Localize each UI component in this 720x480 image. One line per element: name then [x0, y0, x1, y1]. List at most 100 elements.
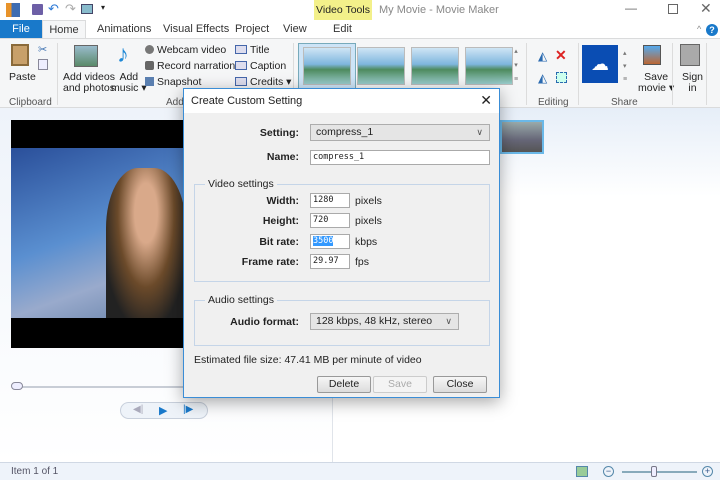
paste-button[interactable]: Paste: [9, 71, 36, 83]
snapshot-qa-icon[interactable]: [81, 4, 93, 14]
audio-format-label: Audio format:: [230, 316, 299, 328]
credits-label: Credits: [250, 76, 284, 88]
save-movie-line2: movie: [638, 82, 667, 94]
video-subject: [106, 168, 186, 318]
add-videos-icon[interactable]: [74, 45, 98, 67]
record-narration-label: Record narration: [157, 60, 236, 72]
delete-button[interactable]: Delete: [317, 376, 371, 393]
estimated-file-size: Estimated file size: 47.41 MB per minute…: [194, 354, 422, 366]
bitrate-input[interactable]: 3500: [310, 234, 350, 249]
title-icon: [235, 45, 247, 54]
undo-icon[interactable]: ↶: [48, 1, 59, 17]
save-button[interactable]: Save: [373, 376, 427, 393]
theme-fade[interactable]: [465, 47, 513, 85]
cut-icon[interactable]: ✂: [38, 43, 47, 56]
setting-label: Setting:: [259, 127, 299, 139]
height-label: Height:: [262, 215, 299, 227]
tab-edit[interactable]: Edit: [327, 20, 358, 38]
next-frame-icon[interactable]: |▶: [183, 404, 193, 415]
sign-in-button[interactable]: Sign in: [682, 72, 703, 94]
dialog-close-icon[interactable]: ✕: [480, 92, 492, 109]
tab-animations[interactable]: Animations: [91, 20, 157, 38]
framerate-input[interactable]: 29.97: [310, 254, 350, 269]
playback-controls: ◀| ▶ |▶: [120, 402, 208, 419]
tab-visual-effects[interactable]: Visual Effects: [157, 20, 235, 38]
minimize-button[interactable]: —: [625, 1, 637, 15]
item-count: Item 1 of 1: [11, 466, 59, 477]
close-window-button[interactable]: ✕: [700, 0, 712, 17]
save-movie-icon[interactable]: [643, 45, 661, 65]
share-gallery-scroll[interactable]: ▴ ▾ ≡: [623, 47, 627, 86]
group-separator: [526, 43, 527, 105]
storyboard-clip[interactable]: [500, 120, 544, 154]
tab-project[interactable]: Project: [229, 20, 275, 38]
paste-icon[interactable]: [11, 44, 29, 66]
video-tools-label: Video Tools: [314, 0, 372, 20]
webcam-video-button[interactable]: Webcam video: [157, 44, 226, 56]
chevron-down-icon: ∨: [476, 127, 483, 137]
theme-contemporary[interactable]: [357, 47, 405, 85]
zoom-out-icon[interactable]: −: [603, 466, 614, 477]
credits-icon: [235, 77, 247, 86]
play-icon[interactable]: ▶: [159, 404, 167, 417]
thumbnail-size-icon[interactable]: [576, 466, 588, 477]
group-label-clipboard: Clipboard: [9, 97, 52, 108]
bitrate-label: Bit rate:: [259, 236, 299, 248]
group-label-editing: Editing: [538, 97, 569, 108]
save-icon[interactable]: [32, 4, 43, 15]
save-movie-button[interactable]: Save movie ▾: [638, 72, 674, 94]
help-icon[interactable]: ?: [706, 24, 718, 36]
height-unit: pixels: [355, 215, 382, 227]
credits-button[interactable]: Credits ▾: [250, 76, 291, 88]
bitrate-value-selected: 3500: [313, 236, 334, 246]
tab-home[interactable]: Home: [42, 20, 86, 39]
remove-icon[interactable]: ✕: [555, 47, 567, 64]
title-bar: ↶ ↷ ▾ Video Tools My Movie - Movie Maker…: [0, 0, 720, 20]
setting-dropdown[interactable]: compress_1 ∨: [310, 124, 490, 141]
music-note-icon[interactable]: ♪: [117, 41, 129, 69]
rotate-left-icon[interactable]: ◭: [538, 49, 547, 63]
add-music-button[interactable]: Add music ▾: [111, 72, 147, 94]
copy-icon[interactable]: [38, 59, 48, 70]
redo-icon[interactable]: ↷: [65, 1, 76, 17]
rotate-right-icon[interactable]: ◭: [538, 71, 547, 85]
width-label: Width:: [266, 195, 299, 207]
theme-gallery-scroll[interactable]: ▴ ▾ ≡: [514, 45, 518, 87]
user-avatar-icon[interactable]: [680, 44, 700, 66]
title-button[interactable]: Title: [250, 44, 269, 56]
add-videos-button[interactable]: Add videos and photos: [63, 72, 115, 94]
dialog-title: Create Custom Setting: [184, 89, 499, 113]
maximize-button[interactable]: [668, 4, 678, 14]
bitrate-unit: kbps: [355, 236, 378, 248]
caption-icon: [235, 61, 247, 70]
name-label: Name:: [266, 151, 299, 163]
group-label-add: Add: [166, 97, 184, 108]
width-input[interactable]: 1280: [310, 193, 350, 208]
sign-in-line2: in: [688, 82, 697, 94]
tab-file[interactable]: File: [0, 20, 42, 38]
close-button[interactable]: Close: [433, 376, 487, 393]
audio-format-dropdown[interactable]: 128 kbps, 48 kHz, stereo ∨: [310, 313, 459, 330]
theme-cinematic[interactable]: [411, 47, 459, 85]
onedrive-icon[interactable]: ☁: [582, 45, 618, 83]
theme-automovie-default[interactable]: [303, 47, 351, 85]
customize-qa-icon[interactable]: ▾: [101, 3, 105, 12]
chevron-down-icon: ∨: [445, 316, 452, 326]
zoom-slider-thumb[interactable]: [651, 466, 657, 477]
caption-button[interactable]: Caption: [250, 60, 286, 72]
name-input[interactable]: compress_1: [310, 150, 490, 165]
zoom-in-icon[interactable]: +: [702, 466, 713, 477]
add-music-line2: music: [111, 82, 139, 94]
select-all-icon[interactable]: [556, 72, 567, 83]
snapshot-icon: [145, 77, 154, 86]
record-narration-button[interactable]: Record narration ▾: [157, 60, 243, 72]
zoom-slider[interactable]: [622, 471, 697, 473]
height-input[interactable]: 720: [310, 213, 350, 228]
seek-thumb[interactable]: [11, 382, 23, 390]
snapshot-button[interactable]: Snapshot: [157, 76, 201, 88]
collapse-ribbon-icon[interactable]: ^: [697, 24, 701, 34]
previous-frame-icon[interactable]: ◀|: [133, 404, 143, 415]
tab-view[interactable]: View: [277, 20, 313, 38]
group-separator: [672, 43, 673, 105]
audio-settings-legend: Audio settings: [205, 294, 277, 306]
